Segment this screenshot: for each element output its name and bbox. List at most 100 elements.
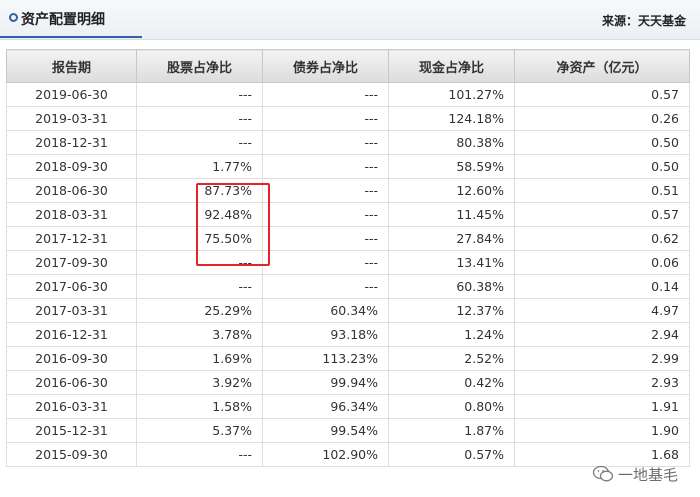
value-cell: 1.69% [136,346,263,371]
report-date-cell: 2016-12-31 [6,322,137,347]
report-date-cell: 2015-09-30 [6,442,137,467]
report-date-cell: 2019-03-31 [6,106,137,131]
value-cell: 5.37% [136,418,263,443]
table-body: 2019-06-30 --- --- 101.27% 0.57 2019-03-31 ---… [6,82,690,467]
value-cell: --- [262,226,389,251]
report-date-cell: 2018-09-30 [6,154,137,179]
report-date-cell: 2018-12-31 [6,130,137,155]
section-title: 资产配置明细 [21,12,105,28]
value-cell: 0.80% [388,394,515,419]
value-cell: 93.18% [262,322,389,347]
value-cell: --- [136,130,263,155]
value-cell: --- [262,130,389,155]
value-cell: 0.26 [514,106,690,131]
value-cell: --- [262,274,389,299]
table-row: 2016-09-30 1.69% 113.23% 2.52% 2.99 [6,346,690,371]
table-row: 2016-12-31 3.78% 93.18% 1.24% 2.94 [6,322,690,347]
table-row: 2017-06-30 --- --- 60.38% 0.14 [6,274,690,299]
value-cell: 124.18% [388,106,515,131]
value-cell: 25.29% [136,298,263,323]
wechat-icon [592,465,614,482]
value-cell: 99.54% [262,418,389,443]
value-cell: 2.93 [514,370,690,395]
value-cell: 0.62 [514,226,690,251]
value-cell: 2.94 [514,322,690,347]
report-date-cell: 2017-09-30 [6,250,137,275]
value-cell: 1.91 [514,394,690,419]
value-cell: --- [262,82,389,107]
value-cell: --- [262,178,389,203]
value-cell: 0.50 [514,130,690,155]
value-cell: --- [136,82,263,107]
section-header: 资产配置明细 来源：天天基金 [0,0,700,40]
column-header: 债券占净比 [262,49,389,83]
value-cell: 0.57% [388,442,515,467]
circle-bullet-icon [9,13,18,22]
report-date-cell: 2017-06-30 [6,274,137,299]
value-cell: 96.34% [262,394,389,419]
report-date-cell: 2017-12-31 [6,226,137,251]
value-cell: 60.34% [262,298,389,323]
value-cell: 58.59% [388,154,515,179]
value-cell: 1.90 [514,418,690,443]
value-cell: 4.97 [514,298,690,323]
table-row: 2018-06-30 87.73% --- 12.60% 0.51 [6,178,690,203]
table-row: 2015-09-30 --- 102.90% 0.57% 1.68 [6,442,690,467]
report-date-cell: 2018-03-31 [6,202,137,227]
value-cell: 27.84% [388,226,515,251]
watermark: 一地基毛 [592,460,678,488]
report-date-cell: 2017-03-31 [6,298,137,323]
report-date-cell: 2015-12-31 [6,418,137,443]
value-cell: 3.92% [136,370,263,395]
value-cell: 12.37% [388,298,515,323]
highlight-box [196,183,270,266]
column-header: 股票占净比 [136,49,263,83]
table-header-row: 报告期 股票占净比 债券占净比 现金占净比 净资产（亿元） [6,49,690,83]
value-cell: 13.41% [388,250,515,275]
value-cell: 0.51 [514,178,690,203]
watermark-text: 一地基毛 [618,465,679,484]
value-cell: --- [136,442,263,467]
table-row: 2019-03-31 --- --- 124.18% 0.26 [6,106,690,131]
value-cell: 2.99 [514,346,690,371]
value-cell: 0.42% [388,370,515,395]
value-cell: 113.23% [262,346,389,371]
value-cell: 11.45% [388,202,515,227]
report-date-cell: 2018-06-30 [6,178,137,203]
value-cell: 1.87% [388,418,515,443]
value-cell: 2.52% [388,346,515,371]
value-cell: --- [136,274,263,299]
value-cell: 0.50 [514,154,690,179]
report-date-cell: 2016-09-30 [6,346,137,371]
asset-allocation-table: 报告期 股票占净比 债券占净比 现金占净比 净资产（亿元） 2019-06-30 --- -… [6,49,690,467]
value-cell: --- [136,106,263,131]
value-cell: 0.14 [514,274,690,299]
value-cell: 0.06 [514,250,690,275]
value-cell: 3.78% [136,322,263,347]
source-label: 来源：天天基金 [601,14,686,28]
table-row: 2018-09-30 1.77% --- 58.59% 0.50 [6,154,690,179]
table-row: 2016-06-30 3.92% 99.94% 0.42% 2.93 [6,370,690,395]
title-underline [0,36,142,38]
table-row: 2017-09-30 --- --- 13.41% 0.06 [6,250,690,275]
value-cell: 1.24% [388,322,515,347]
report-date-cell: 2019-06-30 [6,82,137,107]
column-header: 净资产（亿元） [514,49,690,83]
value-cell: 60.38% [388,274,515,299]
value-cell: --- [262,202,389,227]
column-header: 报告期 [6,49,137,83]
table-row: 2018-03-31 92.48% --- 11.45% 0.57 [6,202,690,227]
value-cell: --- [262,154,389,179]
value-cell: 0.57 [514,202,690,227]
table-row: 2018-12-31 --- --- 80.38% 0.50 [6,130,690,155]
asset-allocation-table-container: 报告期 股票占净比 债券占净比 现金占净比 净资产（亿元） 2019-06-30 --- -… [6,49,690,467]
report-date-cell: 2016-03-31 [6,394,137,419]
table-row: 2017-03-31 25.29% 60.34% 12.37% 4.97 [6,298,690,323]
value-cell: --- [262,250,389,275]
value-cell: 0.57 [514,82,690,107]
value-cell: 1.77% [136,154,263,179]
value-cell: 102.90% [262,442,389,467]
value-cell: 101.27% [388,82,515,107]
table-row: 2016-03-31 1.58% 96.34% 0.80% 1.91 [6,394,690,419]
table-row: 2019-06-30 --- --- 101.27% 0.57 [6,82,690,107]
